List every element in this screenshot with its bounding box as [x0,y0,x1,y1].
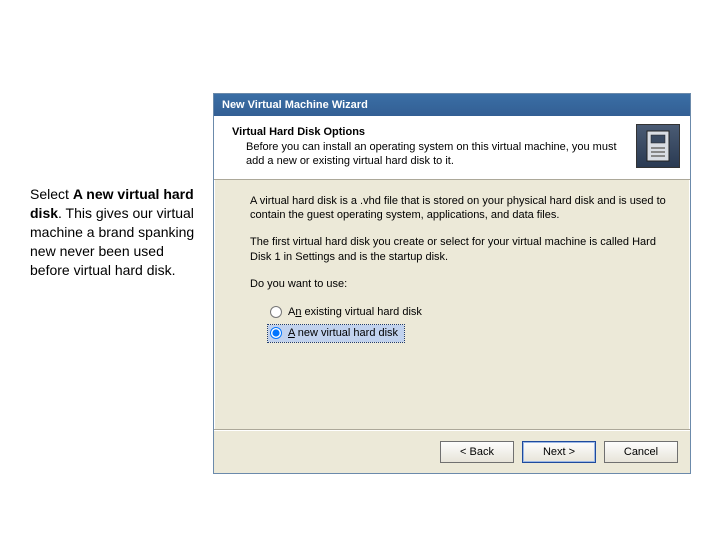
radio-existing[interactable] [270,306,282,318]
wizard-window: New Virtual Machine Wizard Virtual Hard … [213,93,691,474]
titlebar[interactable]: New Virtual Machine Wizard [214,94,690,116]
titlebar-text: New Virtual Machine Wizard [222,99,368,111]
radio-new[interactable] [270,327,282,339]
option-new-label: A new virtual hard disk [288,326,398,341]
body-question: Do you want to use: [250,277,668,292]
back-button[interactable]: < Back [440,441,514,463]
next-button[interactable]: Next > [522,441,596,463]
body-paragraph-2: The first virtual hard disk you create o… [250,235,668,265]
wizard-body: A virtual hard disk is a .vhd file that … [214,180,690,430]
header-subtitle: Before you can install an operating syst… [232,140,626,169]
header-title: Virtual Hard Disk Options [232,126,626,138]
wizard-header: Virtual Hard Disk Options Before you can… [214,116,690,180]
option-existing-label: An existing virtual hard disk [288,305,422,320]
wizard-footer: < Back Next > Cancel [214,430,690,473]
disk-option-group: An existing virtual hard disk A new virt… [268,304,668,346]
option-existing-disk[interactable]: An existing virtual hard disk [268,304,668,321]
server-icon [636,124,680,168]
option-new-disk[interactable]: A new virtual hard disk [268,325,404,342]
body-paragraph-1: A virtual hard disk is a .vhd file that … [250,194,668,224]
cancel-button[interactable]: Cancel [604,441,678,463]
annotation-prefix: Select [30,186,73,202]
instruction-annotation: Select A new virtual hard disk. This giv… [30,185,200,279]
